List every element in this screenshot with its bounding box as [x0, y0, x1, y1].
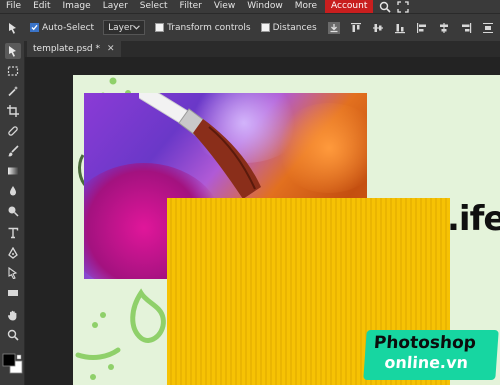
fullscreen-icon[interactable] [397, 0, 410, 13]
move-tool-icon [6, 21, 20, 35]
hand-tool-icon[interactable] [5, 307, 21, 323]
logo-line-1: Photoshop [373, 333, 477, 353]
align-middle-icon[interactable] [371, 21, 385, 35]
menu-image[interactable]: Image [57, 0, 97, 13]
foreground-color-swatch[interactable] [2, 353, 16, 367]
align-top-icon[interactable] [349, 21, 363, 35]
close-icon[interactable]: ✕ [107, 44, 115, 54]
distances-label: Distances [272, 22, 317, 33]
target-select-value: Layer [108, 22, 134, 33]
menu-edit[interactable]: Edit [27, 0, 56, 13]
zoom-tool-icon[interactable] [5, 327, 21, 343]
menu-filter[interactable]: Filter [174, 0, 208, 13]
menu-bar: File Edit Image Layer Select Filter View… [0, 0, 500, 13]
document-tab-title: template.psd * [33, 44, 100, 54]
menu-window[interactable]: Window [241, 0, 289, 13]
marquee-tool-icon[interactable] [5, 63, 21, 79]
brush-tool-icon[interactable] [5, 143, 21, 159]
transform-controls-checkbox[interactable] [155, 23, 165, 32]
distribute-icon[interactable] [481, 21, 495, 35]
blur-tool-icon[interactable] [5, 183, 21, 199]
auto-select-label: Auto-Select [42, 22, 95, 33]
document-tab-bar: template.psd * ✕ [25, 41, 500, 57]
auto-select-checkbox[interactable] [30, 23, 39, 32]
auto-select-option[interactable]: Auto-Select [30, 23, 94, 33]
pen-tool-icon[interactable] [5, 245, 21, 261]
type-tool-icon[interactable] [5, 225, 21, 241]
download-icon[interactable] [327, 21, 341, 35]
distances-checkbox[interactable] [260, 23, 270, 32]
distances-option[interactable]: Distances [260, 22, 317, 33]
chevron-down-icon [133, 25, 141, 30]
menu-file[interactable]: File [0, 0, 27, 13]
menu-layer[interactable]: Layer [97, 0, 134, 13]
transform-controls-label: Transform controls [167, 22, 251, 33]
healing-tool-icon[interactable] [5, 123, 21, 139]
logo-badge: Photoshop online.vn [363, 330, 499, 380]
menu-more[interactable]: More [289, 0, 323, 13]
account-button[interactable]: Account [325, 0, 374, 13]
target-select[interactable]: Layer [103, 20, 146, 35]
align-right-icon[interactable] [459, 21, 473, 35]
shape-tool-icon[interactable] [5, 285, 21, 301]
options-bar: Auto-Select Layer Transform controls Dis… [0, 13, 500, 41]
menu-select[interactable]: Select [134, 0, 174, 13]
transform-controls-option[interactable]: Transform controls [155, 23, 251, 33]
menu-view[interactable]: View [208, 0, 241, 13]
logo-line-2: online.vn [383, 353, 469, 372]
paintbrush-image [139, 93, 261, 199]
move-tool-icon[interactable] [5, 43, 21, 59]
dodge-tool-icon[interactable] [5, 203, 21, 219]
path-select-tool-icon[interactable] [5, 265, 21, 281]
magic-wand-tool-icon[interactable] [5, 83, 21, 99]
align-bottom-icon[interactable] [393, 21, 407, 35]
color-swatches[interactable] [2, 353, 24, 375]
document-tab[interactable]: template.psd * ✕ [27, 41, 121, 57]
align-left-icon[interactable] [415, 21, 429, 35]
crop-tool-icon[interactable] [5, 103, 21, 119]
align-center-icon[interactable] [437, 21, 451, 35]
gradient-tool-icon[interactable] [5, 163, 21, 179]
headline-text[interactable]: .ife [447, 199, 500, 239]
search-icon[interactable] [379, 1, 391, 13]
tools-panel [0, 41, 25, 385]
